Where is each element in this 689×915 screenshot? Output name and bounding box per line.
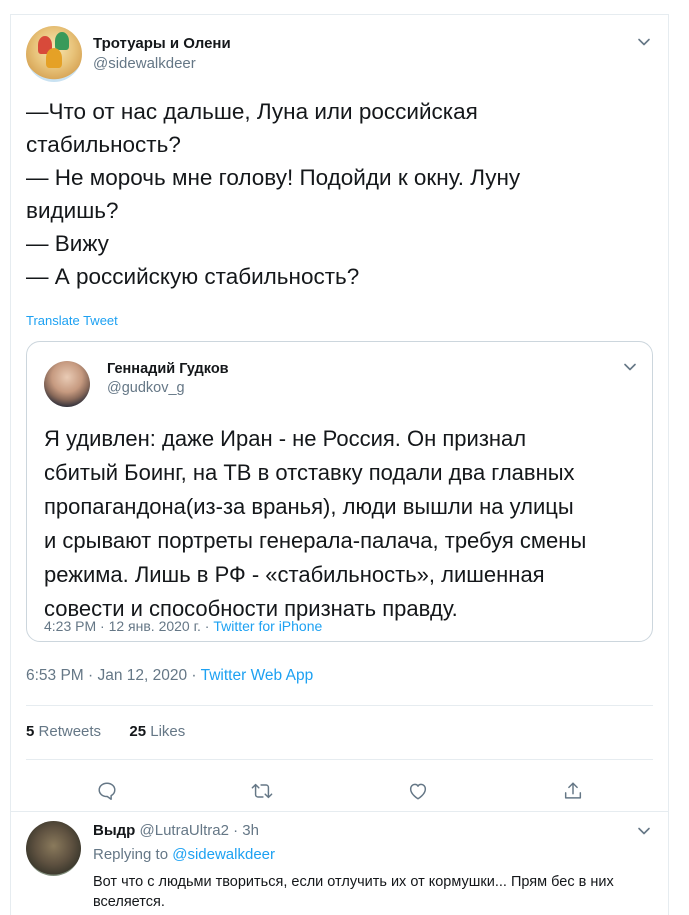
likes-count: 25 xyxy=(129,723,147,740)
translate-tweet-link[interactable]: Translate Tweet xyxy=(26,313,118,328)
reply-author-name[interactable]: Выдр xyxy=(93,822,135,839)
tweet-text-line: стабильность? xyxy=(26,132,181,157)
divider xyxy=(26,705,653,706)
timeline-column: Тротуары и Олени @sidewalkdeer —Что от н… xyxy=(10,14,669,915)
quoted-tweet-text: Я удивлен: даже Иран - не Россия. Он при… xyxy=(44,422,644,626)
tweet-text: —Что от нас дальше, Луна или российская … xyxy=(26,95,646,293)
likes-stat[interactable]: 25 Likes xyxy=(129,723,185,740)
avatar-dome-gold xyxy=(46,48,62,68)
heart-icon xyxy=(409,783,427,800)
retweet-button[interactable] xyxy=(244,773,280,809)
chevron-down-icon[interactable] xyxy=(635,822,653,840)
author-handle[interactable]: @sidewalkdeer xyxy=(93,55,196,72)
tweet-text-line: — Вижу xyxy=(26,231,109,256)
comment-icon xyxy=(98,782,116,800)
quoted-text-line: режима. Лишь в РФ - «стабильность», лише… xyxy=(44,562,545,587)
chevron-down-icon[interactable] xyxy=(621,358,639,376)
tweet-time[interactable]: 6:53 PM · Jan 12, 2020 · xyxy=(26,667,201,684)
retweets-label: Retweets xyxy=(38,723,102,740)
quoted-author-avatar[interactable] xyxy=(44,361,90,407)
author-avatar[interactable] xyxy=(26,26,82,82)
chevron-down-icon[interactable] xyxy=(635,33,653,51)
tweet-stats: 5 Retweets 25 Likes xyxy=(26,723,185,740)
quoted-tweet-source[interactable]: Twitter for iPhone xyxy=(213,618,322,634)
quoted-text-line: Я удивлен: даже Иран - не Россия. Он при… xyxy=(44,426,527,451)
quoted-text-line: сбитый Боинг, на ТВ в отставку подали дв… xyxy=(44,460,575,485)
quoted-author-handle[interactable]: @gudkov_g xyxy=(107,380,185,396)
tweet-text-line: видишь? xyxy=(26,198,119,223)
quoted-tweet-time[interactable]: 4:23 PM · 12 янв. 2020 г. · xyxy=(44,618,213,634)
divider xyxy=(26,759,653,760)
retweets-stat[interactable]: 5 Retweets xyxy=(26,723,101,740)
retweet-icon xyxy=(251,783,273,799)
tweet-source[interactable]: Twitter Web App xyxy=(201,667,314,684)
quoted-tweet-meta: 4:23 PM · 12 янв. 2020 г. · Twitter for … xyxy=(44,618,322,634)
reply-author-avatar[interactable] xyxy=(26,821,81,876)
share-icon xyxy=(564,782,582,799)
likes-label: Likes xyxy=(150,723,186,740)
share-button[interactable] xyxy=(555,773,591,809)
reply-button[interactable] xyxy=(89,773,125,809)
replying-to-handle[interactable]: @sidewalkdeer xyxy=(172,846,275,863)
retweets-count: 5 xyxy=(26,723,35,740)
tweet-text-line: — Не морочь мне голову! Подойди к окну. … xyxy=(26,165,521,190)
tweet-actions xyxy=(11,773,668,809)
quoted-text-line: пропагандона(из-за вранья), люди вышли н… xyxy=(44,494,574,519)
replying-to: Replying to @sidewalkdeer xyxy=(93,846,275,863)
tweet-text-line: — А российскую стабильность? xyxy=(26,264,360,289)
reply-tweet[interactable]: Выдр @LutraUltra2 · 3h Replying to @side… xyxy=(11,811,668,915)
quoted-author-name[interactable]: Геннадий Гудков xyxy=(107,361,229,377)
reply-text: Вот что с людьми твориться, если отлучит… xyxy=(93,874,614,910)
replying-to-prefix: Replying to xyxy=(93,846,173,863)
quoted-text-line: и срывают портреты генерала-палача, треб… xyxy=(44,528,587,553)
tweet-meta: 6:53 PM · Jan 12, 2020 · Twitter Web App xyxy=(26,667,313,685)
reply-header: Выдр @LutraUltra2 · 3h xyxy=(93,822,259,839)
reply-age: · 3h xyxy=(233,822,259,839)
quoted-tweet[interactable]: Геннадий Гудков @gudkov_g Я удивлен: даж… xyxy=(26,341,653,642)
tweet-text-line: —Что от нас дальше, Луна или российская xyxy=(26,99,478,124)
avatar-dome-green xyxy=(55,32,69,50)
reply-author-handle[interactable]: @LutraUltra2 xyxy=(140,822,229,839)
author-name[interactable]: Тротуары и Олени xyxy=(93,35,231,52)
like-button[interactable] xyxy=(400,773,436,809)
